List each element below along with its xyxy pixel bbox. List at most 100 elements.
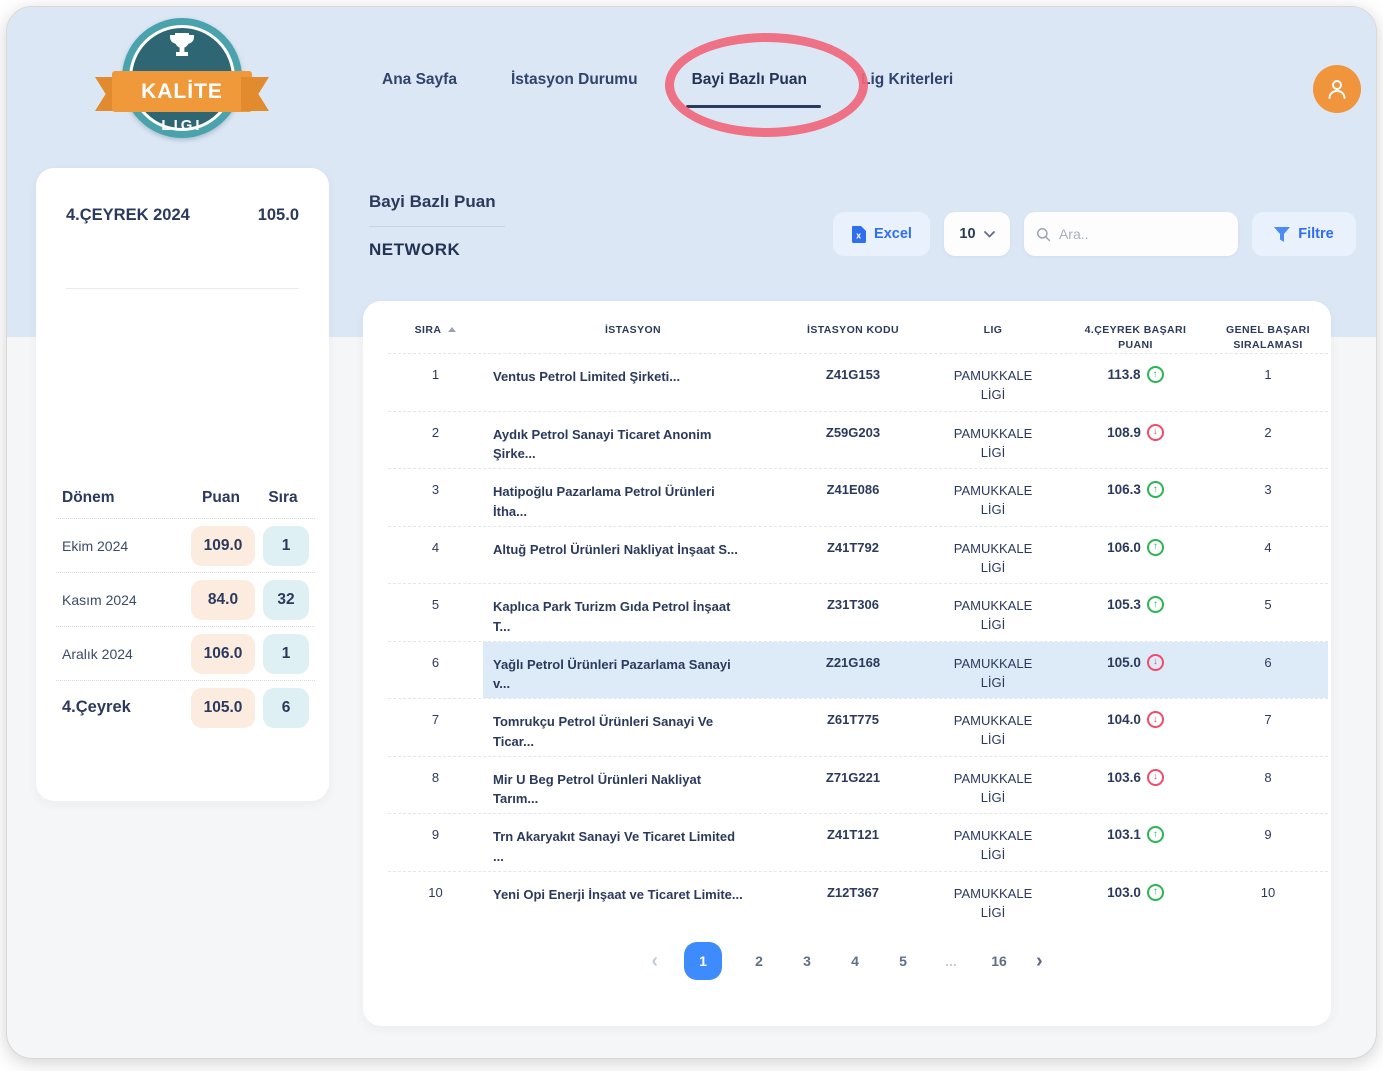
trend-down-icon: ↓ bbox=[1147, 654, 1164, 671]
cell-basari-puani: 113.8↑ bbox=[1063, 354, 1208, 411]
quarter-score: 105.0 bbox=[258, 206, 299, 225]
cell-genel-sira: 2 bbox=[1208, 412, 1328, 469]
cell-istasyon: Yeni Opi Enerji İnşaat ve Ticaret Limite… bbox=[483, 872, 783, 929]
search-input[interactable] bbox=[1059, 226, 1226, 242]
cell-istasyon-kodu: Z12T367 bbox=[783, 872, 923, 929]
pagination-page-2[interactable]: 2 bbox=[748, 953, 770, 969]
period-row: Kasım 202484.032 bbox=[56, 572, 315, 626]
table-row[interactable]: 6Yağlı Petrol Ürünleri Pazarlama Sanayi … bbox=[388, 641, 1328, 699]
search-field[interactable] bbox=[1024, 212, 1238, 256]
person-icon bbox=[1324, 76, 1350, 102]
period-row: Aralık 2024106.01 bbox=[56, 626, 315, 680]
main-heading: Bayi Bazlı Puan NETWORK bbox=[369, 192, 505, 260]
pagination-page-3[interactable]: 3 bbox=[796, 953, 818, 969]
table-row[interactable]: 2Aydık Petrol Sanayi Ticaret Anonim Şirk… bbox=[388, 411, 1328, 469]
table-body: 1Ventus Petrol Limited Şirketi...Z41G153… bbox=[363, 353, 1331, 928]
table-row[interactable]: 9 Trn Akaryakıt Sanayi Ve Ticaret Limited… bbox=[388, 813, 1328, 871]
table-row[interactable]: 5Kaplıca Park Turizm Gıda Petrol İnşaat … bbox=[388, 583, 1328, 641]
trend-up-icon: ↑ bbox=[1147, 826, 1164, 843]
cell-basari-puani: 108.9↓ bbox=[1063, 412, 1208, 469]
pagination-page-4[interactable]: 4 bbox=[844, 953, 866, 969]
nav-item-1[interactable]: İstasyon Durumu bbox=[511, 71, 638, 89]
cell-lig: PAMUKKALE LİGİ bbox=[923, 412, 1063, 469]
cell-istasyon: Trn Akaryakıt Sanayi Ve Ticaret Limited … bbox=[483, 814, 783, 871]
cell-istasyon-kodu: Z59G203 bbox=[783, 412, 923, 469]
page-size-select[interactable]: 10 bbox=[944, 212, 1010, 256]
score-badge: 84.0 bbox=[191, 580, 255, 620]
cell-sira: 5 bbox=[388, 584, 483, 641]
user-avatar-button[interactable] bbox=[1313, 65, 1361, 113]
quarter-title: 4.ÇEYREK 2024 bbox=[66, 206, 190, 225]
pagination-next-button[interactable]: › bbox=[1036, 951, 1043, 971]
cell-istasyon: Hatipoğlu Pazarlama Petrol Ürünleri İtha… bbox=[483, 469, 783, 526]
sort-asc-icon bbox=[448, 327, 456, 332]
period-label: Kasım 2024 bbox=[62, 592, 191, 608]
column-header-lig[interactable]: LIG bbox=[923, 323, 1063, 353]
table-header-row: SIRA İSTASYON İSTASYON KODU LIG 4.ÇEYREK… bbox=[388, 301, 1328, 353]
column-header-istasyon-kodu[interactable]: İSTASYON KODU bbox=[783, 323, 923, 353]
cell-genel-sira: 6 bbox=[1208, 642, 1328, 699]
cell-basari-puani: 103.1↑ bbox=[1063, 814, 1208, 871]
table-row[interactable]: 7Tomrukçu Petrol Ürünleri Sanayi Ve Tica… bbox=[388, 698, 1328, 756]
cell-istasyon-kodu: Z71G221 bbox=[783, 757, 923, 814]
cell-sira: 6 bbox=[388, 642, 483, 699]
period-label: Aralık 2024 bbox=[62, 646, 191, 662]
nav-item-0[interactable]: Ana Sayfa bbox=[382, 71, 457, 89]
pagination-page-5[interactable]: 5 bbox=[892, 953, 914, 969]
cell-basari-puani: 106.3↑ bbox=[1063, 469, 1208, 526]
period-row: Ekim 2024109.01 bbox=[56, 518, 315, 572]
trend-up-icon: ↑ bbox=[1147, 366, 1164, 383]
cell-genel-sira: 10 bbox=[1208, 872, 1328, 929]
cell-istasyon-kodu: Z61T775 bbox=[783, 699, 923, 756]
app-window: LIGI KALİTE Ana Sayfa İstasyon Durumu Bayi… bbox=[6, 6, 1377, 1059]
pagination-page-16[interactable]: 16 bbox=[988, 953, 1010, 969]
nav-item-2[interactable]: Bayi Bazlı Puan bbox=[692, 71, 807, 89]
excel-export-button[interactable]: x Excel bbox=[833, 212, 930, 256]
column-header-period: Dönem bbox=[62, 489, 185, 507]
cell-istasyon-kodu: Z41T121 bbox=[783, 814, 923, 871]
network-label: NETWORK bbox=[369, 240, 505, 260]
column-header-sira[interactable]: SIRA bbox=[388, 323, 483, 353]
table-row[interactable]: 1Ventus Petrol Limited Şirketi...Z41G153… bbox=[388, 353, 1328, 411]
trend-up-icon: ↑ bbox=[1147, 596, 1164, 613]
cell-genel-sira: 4 bbox=[1208, 527, 1328, 584]
stations-table-panel: SIRA İSTASYON İSTASYON KODU LIG 4.ÇEYREK… bbox=[363, 301, 1331, 1026]
table-row[interactable]: 4 Altuğ Petrol Ürünleri Nakliyat İnşaat S… bbox=[388, 526, 1328, 584]
rank-badge: 1 bbox=[263, 634, 309, 674]
nav-item-3[interactable]: Lig Kriterleri bbox=[861, 71, 953, 89]
column-header-genel-basari-siralamasi[interactable]: GENEL BAŞARI SIRALAMASI bbox=[1208, 323, 1328, 353]
cell-genel-sira: 1 bbox=[1208, 354, 1328, 411]
cell-istasyon: Altuğ Petrol Ürünleri Nakliyat İnşaat S.… bbox=[483, 527, 783, 584]
quarter-summary-card: 4.ÇEYREK 2024 105.0 Dönem Puan Sıra Ekim… bbox=[36, 168, 329, 801]
cell-genel-sira: 5 bbox=[1208, 584, 1328, 641]
filter-button[interactable]: Filtre bbox=[1252, 212, 1356, 256]
cell-basari-puani: 105.3↑ bbox=[1063, 584, 1208, 641]
app-logo: LIGI KALİTE bbox=[107, 16, 257, 146]
cell-sira: 2 bbox=[388, 412, 483, 469]
period-row: 4.Çeyrek105.06 bbox=[56, 680, 315, 734]
table-row[interactable]: 10 Yeni Opi Enerji İnşaat ve Ticaret Limi… bbox=[388, 871, 1328, 929]
cell-basari-puani: 103.6↓ bbox=[1063, 757, 1208, 814]
trend-down-icon: ↓ bbox=[1147, 424, 1164, 441]
cell-genel-sira: 7 bbox=[1208, 699, 1328, 756]
column-header-istasyon[interactable]: İSTASYON bbox=[483, 323, 783, 353]
table-row[interactable]: 3Hatipoğlu Pazarlama Petrol Ürünleri İth… bbox=[388, 468, 1328, 526]
table-row[interactable]: 8Mir U Beg Petrol Ürünleri Nakliyat Tarı… bbox=[388, 756, 1328, 814]
column-header-ceyrek-basari-puani[interactable]: 4.ÇEYREK BAŞARI PUANI bbox=[1063, 323, 1208, 353]
period-table: Dönem Puan Sıra Ekim 2024109.01Kasım 202… bbox=[56, 478, 315, 734]
cell-istasyon-kodu: Z41G153 bbox=[783, 354, 923, 411]
cell-lig: PAMUKKALE LİGİ bbox=[923, 354, 1063, 411]
cell-lig: PAMUKKALE LİGİ bbox=[923, 814, 1063, 871]
pagination-page-1[interactable]: 1 bbox=[684, 942, 722, 980]
excel-file-icon: x bbox=[851, 226, 866, 243]
cell-genel-sira: 8 bbox=[1208, 757, 1328, 814]
rank-badge: 32 bbox=[263, 580, 309, 620]
search-icon bbox=[1036, 226, 1051, 243]
cell-genel-sira: 9 bbox=[1208, 814, 1328, 871]
pagination-prev-button[interactable]: ‹ bbox=[651, 951, 658, 971]
title-divider bbox=[369, 226, 505, 227]
cell-sira: 8 bbox=[388, 757, 483, 814]
logo-subtitle: LIGI bbox=[122, 117, 242, 134]
trend-down-icon: ↓ bbox=[1147, 769, 1164, 786]
top-nav: Ana Sayfa İstasyon Durumu Bayi Bazlı Puan L… bbox=[382, 71, 953, 89]
